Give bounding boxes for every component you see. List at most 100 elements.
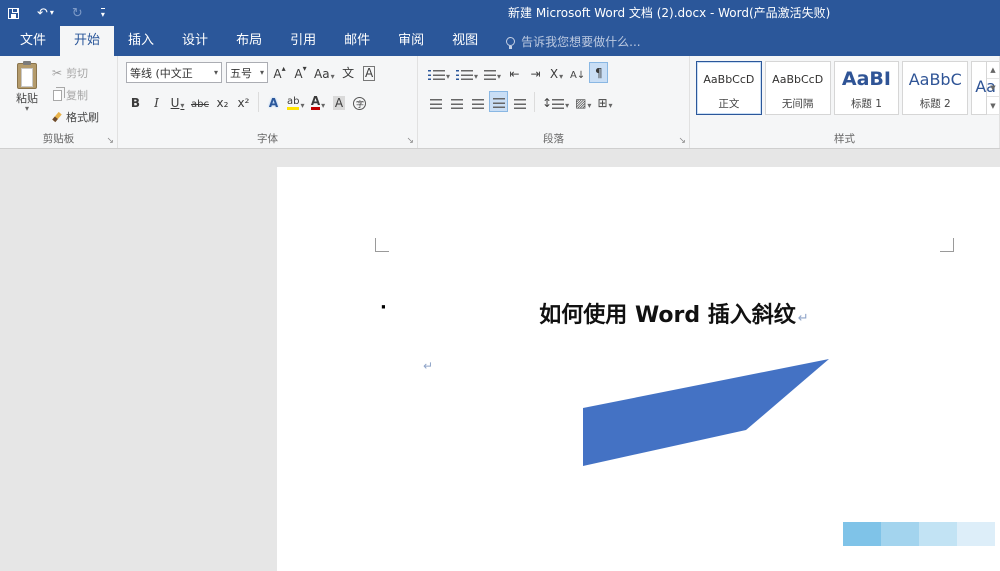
save-button[interactable] [8,8,19,19]
grow-font-button[interactable]: A▴ [270,62,289,83]
numbering-button[interactable]: ▾ [454,62,480,83]
up-caret-icon: ▴ [282,64,286,73]
style-normal[interactable]: AaBbCcD 正文 [696,61,762,115]
multilevel-list-button[interactable]: ▾ [482,62,503,83]
change-case-button[interactable]: Aa▾ [312,62,337,83]
style-heading-1[interactable]: AaBI 标题 1 [834,61,900,115]
diagonal-stripe-polygon[interactable] [583,359,829,466]
font-name-combobox[interactable]: 等线 (中文正▾ [126,62,222,83]
borders-button[interactable]: ⊞▾ [595,91,614,112]
lines-icon [552,99,564,110]
tab-file[interactable]: 文件 [6,26,60,56]
justify-icon [493,98,505,109]
show-hide-marks-button[interactable]: ¶ [589,62,608,83]
shading-button[interactable]: ▨▾ [573,91,593,112]
document-area: · 如何使用 Word 插入斜纹↵ ↵ [0,149,1000,571]
tab-mailings[interactable]: 邮件 [330,26,384,56]
distribute-button[interactable] [510,91,529,112]
save-icon [8,8,19,19]
chevron-down-icon: ▾ [565,102,569,110]
tab-review[interactable]: 审阅 [384,26,438,56]
italic-button[interactable]: I [147,91,166,112]
align-center-icon [451,99,463,110]
font-dialog-launcher-icon[interactable]: ↘ [406,137,414,146]
phonetic-guide-icon: 文 [342,64,354,81]
clipboard-group-label: 剪贴板 [0,131,117,146]
watermark-blocks [843,522,995,546]
text-highlight-button[interactable]: ab▾ [285,91,307,112]
bold-button[interactable]: B [126,91,145,112]
style-no-spacing[interactable]: AaBbCcD 无间隔 [765,61,831,115]
chevron-down-icon: ▾ [331,73,335,81]
multilevel-list-icon [484,70,496,81]
empty-paragraph-mark-icon: ↵ [423,359,433,373]
character-border-icon: A [363,66,375,81]
gallery-down-icon[interactable]: ▼ [987,79,999,97]
increase-indent-button[interactable]: ⇥ [526,62,545,83]
style-name: 标题 2 [920,96,951,111]
shrink-font-button[interactable]: A▾ [291,62,310,83]
align-left-button[interactable] [426,91,445,112]
character-border-button[interactable]: A [360,62,379,83]
clipboard-dialog-launcher-icon[interactable]: ↘ [106,137,114,146]
underline-button[interactable]: U▾ [168,91,187,112]
tab-insert[interactable]: 插入 [114,26,168,56]
paste-button[interactable]: 粘贴▾ [6,61,48,127]
document-bullet: · [380,297,387,318]
font-size-combobox[interactable]: 五号▾ [226,62,268,83]
bullets-button[interactable]: ▾ [426,62,452,83]
copy-button[interactable]: 复制 [52,85,99,105]
paragraph-dialog-launcher-icon[interactable]: ↘ [678,137,686,146]
superscript-button[interactable]: x² [234,91,253,112]
styles-group-label: 样式 [690,131,999,146]
phonetic-guide-button[interactable]: 文 [339,62,358,83]
gallery-more-icon[interactable]: ▼ [987,97,999,115]
align-center-button[interactable] [447,91,466,112]
tab-design[interactable]: 设计 [168,26,222,56]
format-painter-button[interactable]: 格式刷 [52,107,99,127]
paragraph-mark-icon: ↵ [798,311,809,326]
diagonal-stripe-shape[interactable] [577,352,837,477]
customize-qat-button[interactable]: ▾ [101,8,105,19]
style-heading-2[interactable]: AaBbC 标题 2 [902,61,968,115]
tell-me-text: 告诉我您想要做什么... [521,33,640,50]
document-title: 如何使用 Word 插入斜纹↵ [394,297,954,329]
tab-references[interactable]: 引用 [276,26,330,56]
document-page[interactable]: · 如何使用 Word 插入斜纹↵ ↵ [277,167,1000,571]
paragraph-group: ▾ ▾ ▾ ⇤ ⇥ X▾ A↓ ¶ ↕▾ ▨▾ ⊞▾ 段落 ↘ [418,56,690,148]
strikethrough-button[interactable]: abc [189,91,211,112]
borders-icon: ⊞ [597,96,607,110]
distribute-icon [514,99,526,110]
copy-icon [53,90,62,101]
chevron-down-icon: ▾ [300,102,304,110]
decrease-indent-button[interactable]: ⇤ [505,62,524,83]
justify-button[interactable] [489,91,508,112]
enclose-characters-button[interactable]: 字 [350,91,369,112]
gallery-up-icon[interactable]: ▲ [987,61,999,79]
change-case-icon: Aa [314,67,330,81]
asian-layout-button[interactable]: X▾ [547,62,566,83]
increase-indent-icon: ⇥ [531,67,541,81]
chevron-down-icon: ▾ [260,69,264,77]
style-name: 标题 1 [851,96,882,111]
tab-home[interactable]: 开始 [60,26,114,56]
style-preview: AaBbCcD [703,62,754,96]
shrink-font-icon: A [294,67,302,81]
copy-label: 复制 [66,87,88,103]
sort-button[interactable]: A↓ [568,62,587,83]
repeat-icon: ↻ [72,6,83,21]
line-spacing-button[interactable]: ↕▾ [540,91,571,112]
tab-view[interactable]: 视图 [438,26,492,56]
undo-button[interactable]: ↶▾ [37,6,54,21]
tab-layout[interactable]: 布局 [222,26,276,56]
repeat-button[interactable]: ↻ [72,6,83,21]
cut-button[interactable]: ✂剪切 [52,63,99,83]
sort-icon: A↓ [570,70,585,81]
font-color-button[interactable]: A▾ [308,91,327,112]
align-right-button[interactable] [468,91,487,112]
subscript-button[interactable]: x₂ [213,91,232,112]
text-effects-button[interactable]: A [264,91,283,112]
character-shading-button[interactable]: A [329,91,348,112]
chevron-down-icon: ▾ [587,102,591,110]
tell-me-box[interactable]: 告诉我您想要做什么... [496,26,650,56]
